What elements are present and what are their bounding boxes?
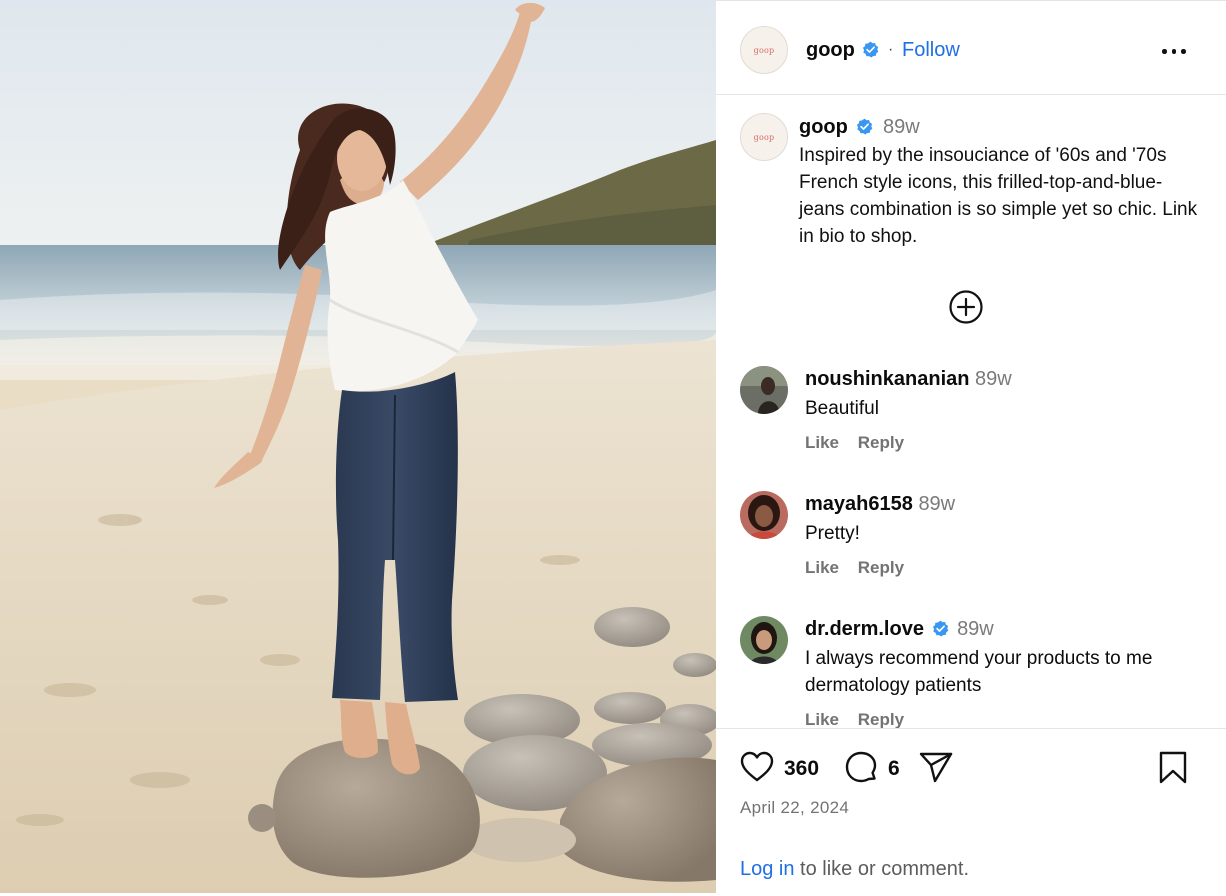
follow-button[interactable]: Follow bbox=[902, 39, 960, 62]
comment-text: Pretty! bbox=[805, 523, 860, 544]
comment-reply-button[interactable]: Reply bbox=[858, 710, 904, 728]
caption-author[interactable]: goop bbox=[799, 116, 848, 138]
comment-time: 89w bbox=[957, 618, 994, 640]
commenter-avatar[interactable] bbox=[740, 616, 788, 664]
caption-author-avatar[interactable]: goop bbox=[740, 113, 788, 161]
login-prompt-text: to like or comment. bbox=[794, 858, 970, 880]
verified-badge-icon bbox=[857, 118, 873, 135]
post-side-panel: goop goop · Follow goop goop 89w Inspire… bbox=[716, 0, 1226, 896]
commenter-avatar[interactable] bbox=[740, 366, 788, 414]
comment-actions: Like Reply bbox=[805, 433, 918, 453]
comments-scroll-area[interactable]: goop goop 89w Inspired by the insoucianc… bbox=[716, 96, 1226, 728]
comment-text: I always recommend your products to me d… bbox=[805, 648, 1153, 696]
comment-bubble-icon[interactable] bbox=[844, 751, 878, 785]
comment-like-button[interactable]: Like bbox=[805, 433, 839, 452]
author-avatar-logo: goop bbox=[753, 45, 775, 55]
comments-count[interactable]: 6 bbox=[888, 757, 900, 781]
comment-text: Beautiful bbox=[805, 398, 879, 419]
comment-item: noushinkananian 89w Beautiful Like Reply bbox=[716, 366, 1226, 476]
post-date: April 22, 2024 bbox=[740, 798, 850, 817]
post-footer: 360 6 April 22, 2024 Log in to like or c… bbox=[716, 728, 1226, 896]
load-more-comments-icon[interactable] bbox=[948, 289, 984, 325]
login-prompt: Log in to like or comment. bbox=[740, 858, 969, 881]
verified-badge-icon bbox=[862, 41, 879, 58]
heart-icon[interactable] bbox=[740, 751, 774, 783]
comment-header: noushinkananian 89w bbox=[805, 368, 1012, 391]
comment-reply-button[interactable]: Reply bbox=[858, 433, 904, 452]
comment-like-button[interactable]: Like bbox=[805, 710, 839, 728]
post-photo bbox=[0, 0, 716, 893]
post-header: goop goop · Follow bbox=[716, 3, 1226, 95]
comment-item: mayah6158 89w Pretty! Like Reply bbox=[716, 491, 1226, 601]
author-avatar[interactable]: goop bbox=[740, 26, 788, 74]
comment-username[interactable]: noushinkananian bbox=[805, 368, 969, 390]
author-username[interactable]: goop bbox=[806, 39, 855, 62]
more-options-icon[interactable] bbox=[1160, 41, 1188, 61]
bookmark-icon[interactable] bbox=[1158, 751, 1188, 785]
comment-reply-button[interactable]: Reply bbox=[858, 558, 904, 577]
comment-actions: Like Reply bbox=[805, 710, 918, 728]
caption-avatar-logo: goop bbox=[753, 132, 775, 142]
paper-plane-icon[interactable] bbox=[918, 751, 954, 785]
caption-time: 89w bbox=[883, 116, 920, 138]
comment-actions: Like Reply bbox=[805, 558, 918, 578]
comment-time: 89w bbox=[918, 493, 956, 515]
comment-time: 89w bbox=[975, 368, 1012, 390]
verified-badge-icon bbox=[932, 620, 948, 637]
caption-text: Inspired by the insouciance of '60s and … bbox=[799, 145, 1198, 247]
caption-header: goop 89w bbox=[799, 116, 920, 139]
commenter-avatar[interactable] bbox=[740, 491, 788, 539]
comment-username[interactable]: mayah6158 bbox=[805, 493, 913, 515]
comment-username[interactable]: dr.derm.love bbox=[805, 618, 924, 640]
comment-header: mayah6158 89w bbox=[805, 493, 955, 516]
header-separator: · bbox=[888, 41, 894, 58]
login-link[interactable]: Log in bbox=[740, 858, 795, 880]
comment-like-button[interactable]: Like bbox=[805, 558, 839, 577]
comment-header: dr.derm.love 89w bbox=[805, 618, 994, 641]
likes-count[interactable]: 360 bbox=[784, 757, 819, 781]
beach-photo-illustration bbox=[0, 0, 716, 893]
comment-item: dr.derm.love 89w I always recommend your… bbox=[716, 616, 1226, 728]
